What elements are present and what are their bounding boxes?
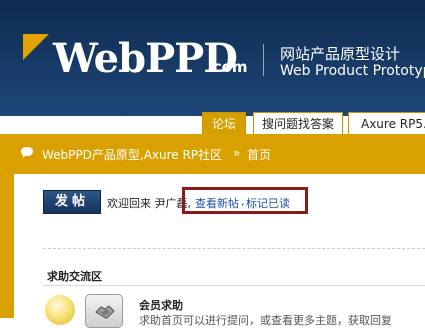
site-header: WebPPD .com 网站产品原型设计 Web Product Prototy… (0, 0, 425, 116)
breadcrumb-forum-link[interactable]: WebPPD产品原型,Axure RP社区 (42, 146, 222, 163)
divider (43, 248, 425, 249)
tagline-english: Web Product Prototyp (280, 63, 425, 79)
forum-icon[interactable] (85, 294, 123, 328)
breadcrumb-home-link[interactable]: 首页 (247, 146, 271, 163)
tab-forum[interactable]: 论坛 (202, 112, 246, 134)
logo-corner-mark (23, 34, 49, 60)
section-divider (43, 285, 425, 286)
tab-axure[interactable]: Axure RP5.6 (348, 112, 425, 134)
new-post-button[interactable]: 发帖 (43, 190, 101, 214)
forum-name-link[interactable]: 会员求助 (139, 297, 183, 313)
breadcrumb-separator: » (233, 146, 241, 160)
header-divider (263, 44, 264, 76)
welcome-text: 欢迎回来 尹广磊, (107, 197, 191, 210)
forum-status-bulb-icon (45, 295, 75, 325)
site-logo-suffix: .com (207, 58, 248, 76)
handshake-icon (95, 305, 115, 319)
chat-bubble-icon (21, 147, 33, 158)
highlight-annotation (182, 187, 308, 214)
tagline-chinese: 网站产品原型设计 (280, 45, 401, 63)
tab-search-questions[interactable]: 搜问题找答案 (253, 112, 343, 134)
forum-description: 求助首页可以进行提问，或查看更多主题，获取回复 (139, 314, 392, 327)
section-title: 求助交流区 (47, 270, 102, 283)
